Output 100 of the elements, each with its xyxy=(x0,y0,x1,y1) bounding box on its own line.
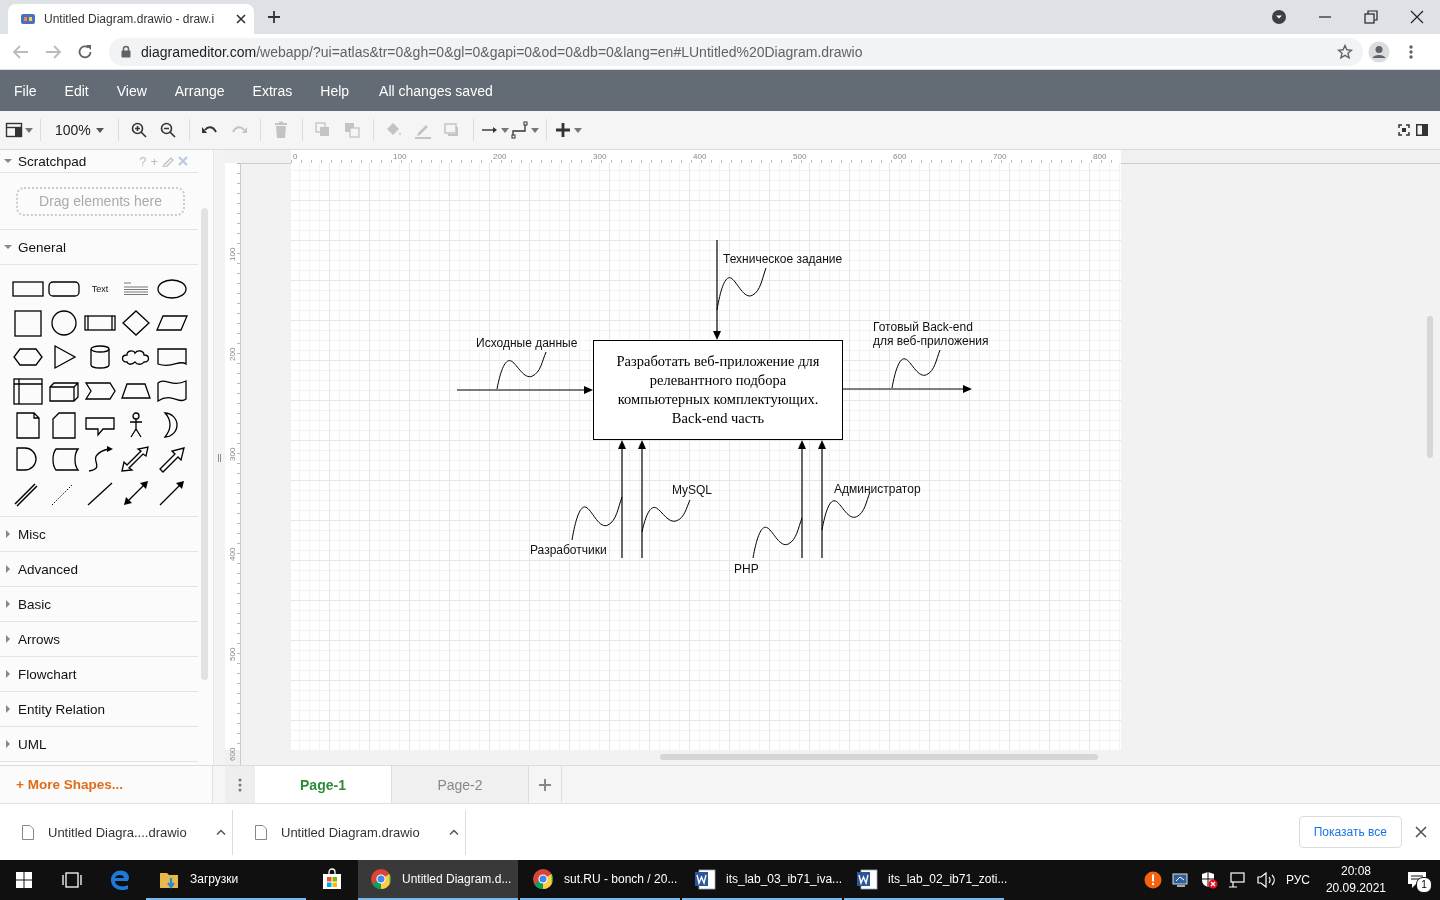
collapse-icon[interactable] xyxy=(4,157,12,165)
favicon-icon xyxy=(20,13,36,25)
sidebar-section-header[interactable]: Flowchart xyxy=(0,657,198,692)
sidebar-section-header[interactable]: Misc xyxy=(0,517,198,552)
arrow-label: Разработчики xyxy=(530,543,607,557)
zoom-dropdown[interactable]: 100% xyxy=(47,116,112,144)
expand-icon[interactable] xyxy=(4,670,12,678)
caret-icon xyxy=(530,127,539,133)
download-item[interactable]: Untitled Diagram.drawio xyxy=(233,809,466,855)
show-all-button[interactable]: Показать все xyxy=(1298,816,1402,848)
ruler-label: 600 xyxy=(893,152,907,161)
save-status: All changes saved xyxy=(379,82,493,99)
arrow-label: Готовый Back-end для веб-приложения xyxy=(873,320,989,348)
monitor-app-icon[interactable] xyxy=(1171,872,1190,888)
ruler-label: 700 xyxy=(993,152,1007,161)
restore-icon[interactable] xyxy=(1363,9,1379,25)
panel-layout-icon xyxy=(5,121,23,139)
add-page-icon[interactable] xyxy=(539,778,551,791)
taskbar-item[interactable]: its_lab_03_ib71_iva... xyxy=(682,860,842,900)
square-shape-icon[interactable] xyxy=(11,309,45,337)
leader-line xyxy=(571,496,623,541)
expand-icon[interactable] xyxy=(4,740,12,748)
file-icon xyxy=(22,824,34,840)
ruler-label: 500 xyxy=(228,647,237,661)
collapse-icon[interactable] xyxy=(4,243,12,251)
windows-start-icon[interactable] xyxy=(16,872,32,888)
internal-storage-shape-icon[interactable] xyxy=(11,377,45,405)
leader-line xyxy=(496,351,547,390)
ruler-label: 300 xyxy=(593,152,607,161)
lock-icon xyxy=(121,45,131,58)
sidebar-section-header[interactable]: Entity Relation xyxy=(0,692,198,727)
close-icon[interactable] xyxy=(1415,826,1427,838)
clock-time[interactable]: 20:08 xyxy=(1340,863,1371,880)
expand-icon[interactable] xyxy=(4,530,12,538)
sidebar-section-header[interactable]: UML xyxy=(0,727,198,762)
ruler-label: 200 xyxy=(493,152,507,161)
splitter-handle-icon[interactable] xyxy=(218,453,221,462)
taskbar-item[interactable]: sut.RU - bonch / 20... xyxy=(520,860,680,900)
caret-icon xyxy=(500,127,509,133)
reload-icon[interactable] xyxy=(76,42,94,61)
page-tab[interactable]: Page-1 xyxy=(255,766,392,803)
scrollbar-thumb[interactable] xyxy=(660,754,1098,760)
arrow-label: Администратор xyxy=(834,482,921,496)
network-icon[interactable] xyxy=(1227,872,1246,888)
address-field[interactable]: diagrameditor.com/webapp/?ui=atlas&tr=0&gh=0&gl=0&gapi=0&od=0&db=0&lang=en#LUntitled%20Diagram.drawio xyxy=(109,37,1363,66)
bookmark-star-icon[interactable] xyxy=(1337,43,1353,60)
menu-item[interactable]: View xyxy=(102,70,161,111)
send-to-back-icon xyxy=(343,121,362,139)
expand-icon[interactable] xyxy=(4,565,12,573)
process-box: Разработать веб-приложение для релевантного подбора компьютерных комплектующих. Back-end часть xyxy=(593,340,843,440)
notification-badge: 1 xyxy=(1416,877,1432,893)
profile-menu-icon[interactable] xyxy=(1271,9,1287,25)
caret-up-icon xyxy=(216,829,226,835)
document-app-icon xyxy=(694,868,716,890)
menu-item[interactable]: Edit xyxy=(50,70,103,111)
taskbar-item[interactable]: Untitled Diagram.d... xyxy=(358,860,518,900)
volume-icon[interactable] xyxy=(1255,872,1276,888)
caret-icon xyxy=(95,127,104,133)
menu-item[interactable]: File xyxy=(0,70,51,111)
arrow-label: PHP xyxy=(734,562,759,576)
menu-item[interactable]: Extras xyxy=(238,70,307,111)
browser-tab[interactable]: Untitled Diagram.drawio - draw.i xyxy=(8,4,254,34)
leader-line xyxy=(752,517,803,559)
ruler-label: 0 xyxy=(293,152,298,161)
arrow-label: Исходные данные xyxy=(476,336,578,350)
tape-shape-icon[interactable] xyxy=(155,377,189,405)
connector-icon xyxy=(510,121,529,139)
clock-date[interactable]: 20.09.2021 xyxy=(1325,880,1386,897)
shield-warning-icon[interactable] xyxy=(1199,871,1218,889)
menu-icon[interactable] xyxy=(1409,43,1413,60)
browser-circle-icon xyxy=(532,868,554,890)
expand-icon[interactable] xyxy=(4,705,12,713)
text-shape[interactable]: Text xyxy=(91,284,109,294)
menu-item[interactable]: Help xyxy=(306,70,364,111)
sidebar-section-header[interactable]: Basic xyxy=(0,587,198,622)
close-icon[interactable] xyxy=(1409,9,1425,25)
expand-icon[interactable] xyxy=(4,635,12,643)
alert-icon[interactable] xyxy=(1143,871,1162,889)
fullscreen-icon[interactable] xyxy=(1398,124,1410,136)
caret-icon xyxy=(25,127,33,133)
sidebar-section-header[interactable]: Arrows xyxy=(0,622,198,657)
scrollbar-thumb[interactable] xyxy=(201,208,208,680)
scrollbar-thumb[interactable] xyxy=(1427,316,1433,458)
menu-item[interactable]: Arrange xyxy=(160,70,239,111)
avatar-icon[interactable] xyxy=(1368,40,1390,63)
arrow-label: MySQL xyxy=(672,483,712,497)
page-menu-icon[interactable] xyxy=(238,777,242,792)
sidebar-section-header[interactable]: Scratchpad ? + xyxy=(0,150,198,173)
expand-icon[interactable] xyxy=(4,600,12,608)
file-icon xyxy=(255,824,267,840)
task-view-icon[interactable] xyxy=(62,872,82,888)
sidebar-section-header[interactable]: General xyxy=(0,230,198,265)
format-panel-icon[interactable] xyxy=(1416,124,1428,136)
download-item[interactable]: Untitled Diagra....drawio xyxy=(0,809,233,855)
sidebar-section-header[interactable]: Advanced xyxy=(0,552,198,587)
language-indicator[interactable]: РУС xyxy=(1285,873,1310,887)
taskbar-item[interactable]: Загрузки xyxy=(146,860,306,900)
browser-circle-icon xyxy=(370,868,392,890)
close-icon[interactable] xyxy=(236,14,246,24)
zoom-out-icon xyxy=(159,121,178,139)
